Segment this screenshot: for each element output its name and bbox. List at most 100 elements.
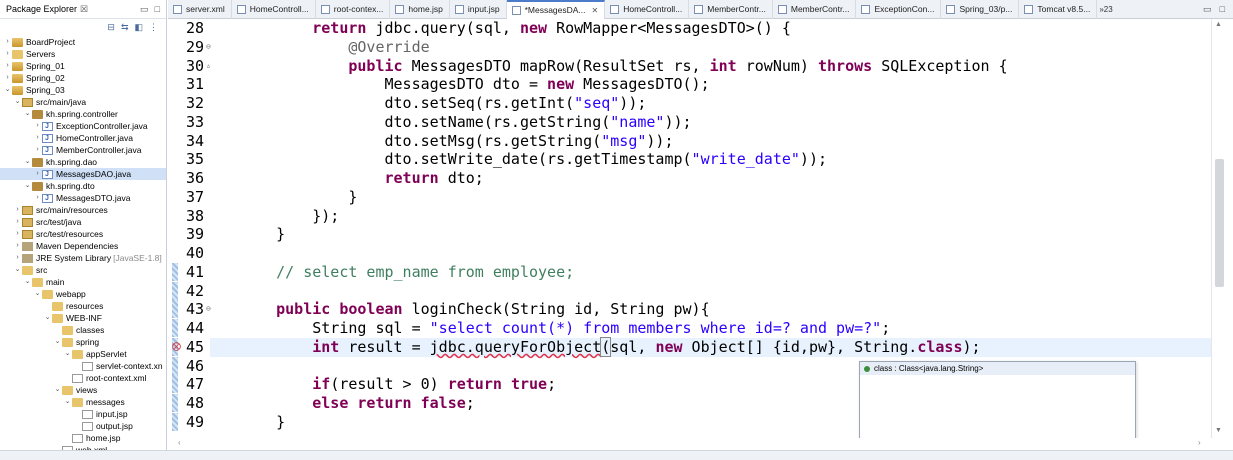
tree-item[interactable]: ⌄ messages (0, 396, 166, 408)
minimize-editor-icon[interactable]: ▭ (1203, 4, 1212, 15)
tree-item[interactable]: ⌄ views (0, 384, 166, 396)
collapsed-twisty-icon[interactable]: › (3, 60, 12, 72)
tree-item[interactable]: › src/main/resources (0, 204, 166, 216)
scroll-up-icon[interactable]: ▲ (1215, 21, 1222, 28)
code-line[interactable]: public boolean loginCheck(String id, Str… (210, 300, 1211, 319)
collapse-all-icon[interactable]: ⊟ (107, 22, 115, 33)
tree-item[interactable]: › HomeController.java (0, 132, 166, 145)
collapsed-twisty-icon[interactable]: › (13, 228, 22, 240)
code-line[interactable]: MessagesDTO dto = new MessagesDTO(); (210, 75, 1211, 94)
editor-tab[interactable]: MemberContr... (689, 0, 773, 19)
tab-overflow-button[interactable]: »23 (1099, 5, 1112, 14)
expanded-twisty-icon[interactable]: ⌄ (53, 384, 62, 396)
focus-icon[interactable]: ◧ (134, 22, 143, 33)
tree-item[interactable]: › MessagesDAO.java (0, 168, 166, 181)
vertical-scrollbar[interactable]: ▲ ▼ (1211, 19, 1233, 438)
scroll-down-icon[interactable]: ▼ (1215, 427, 1222, 434)
collapsed-twisty-icon[interactable]: › (33, 192, 42, 204)
editor-tab[interactable]: *MessagesDA... ✕ (506, 0, 606, 19)
expanded-twisty-icon[interactable]: ⌄ (13, 264, 22, 276)
code-line[interactable]: } (210, 225, 1211, 244)
editor-tab[interactable]: HomeControll... (605, 0, 690, 19)
explorer-title[interactable]: Package Explorer (6, 4, 77, 14)
expanded-twisty-icon[interactable]: ⌄ (23, 180, 32, 192)
tree-item[interactable]: servlet-context.xn (0, 360, 166, 372)
tree-item[interactable]: › MemberController.java (0, 144, 166, 157)
tree-item[interactable]: › Servers (0, 48, 166, 60)
tree-item[interactable]: › BoardProject (0, 36, 166, 48)
expanded-twisty-icon[interactable]: ⌄ (23, 156, 32, 168)
code-line[interactable]: return dto; (210, 169, 1211, 188)
code-line[interactable]: dto.setSeq(rs.getInt("seq")); (210, 94, 1211, 113)
collapsed-twisty-icon[interactable]: › (13, 216, 22, 228)
maximize-editor-icon[interactable]: □ (1220, 4, 1225, 15)
expanded-twisty-icon[interactable]: ⌄ (53, 336, 62, 348)
code-line[interactable] (210, 282, 1211, 301)
tree-item[interactable]: classes (0, 324, 166, 336)
maximize-icon[interactable]: □ (155, 4, 160, 15)
tree-item[interactable]: ⌄ appServlet (0, 348, 166, 360)
code-line[interactable]: String sql = "select count(*) from membe… (210, 319, 1211, 338)
code-line[interactable]: dto.setWrite_date(rs.getTimestamp("write… (210, 150, 1211, 169)
scroll-right-icon[interactable]: › (1198, 438, 1201, 447)
tree-item[interactable]: ⌄ src/main/java (0, 96, 166, 108)
scroll-left-icon[interactable]: ‹ (178, 438, 181, 447)
close-tab-icon[interactable]: ✕ (592, 6, 599, 15)
collapsed-twisty-icon[interactable]: › (33, 144, 42, 156)
tree-item[interactable]: › ExceptionController.java (0, 120, 166, 133)
editor-tab[interactable]: HomeControll... (232, 0, 316, 19)
tree-item[interactable]: ⌄ webapp (0, 288, 166, 300)
tree-item[interactable]: root-context.xml (0, 372, 166, 384)
expanded-twisty-icon[interactable]: ⌄ (43, 312, 52, 324)
tree-item[interactable]: › Spring_02 (0, 72, 166, 84)
tree-item[interactable]: › MessagesDTO.java (0, 192, 166, 205)
error-marker-icon[interactable]: ⨂ (172, 338, 181, 357)
tree-item[interactable]: home.jsp (0, 432, 166, 444)
minimize-icon[interactable]: ▭ (140, 4, 149, 15)
collapsed-twisty-icon[interactable]: › (13, 252, 22, 264)
tree-item[interactable]: ⌄ spring (0, 336, 166, 348)
tree-item[interactable]: ⌄ kh.spring.controller (0, 108, 166, 120)
editor-tab[interactable]: MemberContr... (773, 0, 857, 19)
code-line[interactable]: dto.setMsg(rs.getString("msg")); (210, 132, 1211, 151)
expanded-twisty-icon[interactable]: ⌄ (23, 276, 32, 288)
scroll-thumb[interactable] (1215, 159, 1224, 287)
editor-tab[interactable]: Spring_03/p... (941, 0, 1020, 19)
tree-item[interactable]: output.jsp (0, 420, 166, 432)
close-view-icon[interactable]: ☒ (80, 4, 88, 15)
collapsed-twisty-icon[interactable]: › (33, 120, 42, 132)
collapsed-twisty-icon[interactable]: › (13, 204, 22, 216)
editor-tab[interactable]: home.jsp (390, 0, 450, 19)
link-with-editor-icon[interactable]: ⇆ (121, 22, 129, 33)
collapsed-twisty-icon[interactable]: › (33, 168, 42, 180)
tree-item[interactable]: input.jsp (0, 408, 166, 420)
tree-item[interactable]: › src/test/java (0, 216, 166, 228)
tree-item[interactable]: › Maven Dependencies (0, 240, 166, 252)
expanded-twisty-icon[interactable]: ⌄ (13, 96, 22, 108)
code-line[interactable] (210, 244, 1211, 263)
tree-item[interactable]: ⌄ main (0, 276, 166, 288)
expanded-twisty-icon[interactable]: ⌄ (63, 348, 72, 360)
expanded-twisty-icon[interactable]: ⌄ (3, 84, 12, 96)
code-line[interactable]: } (210, 188, 1211, 207)
editor-tab[interactable]: ExceptionCon... (856, 0, 942, 19)
tree-item[interactable]: ⌄ Spring_03 (0, 84, 166, 96)
collapsed-twisty-icon[interactable]: › (3, 36, 12, 48)
code-line[interactable]: public MessagesDTO mapRow(ResultSet rs, … (210, 57, 1211, 76)
code-line[interactable]: return jdbc.query(sql, new RowMapper<Mes… (210, 19, 1211, 38)
code-line[interactable]: @Override (210, 38, 1211, 57)
tree-item[interactable]: ⌄ WEB-INF (0, 312, 166, 324)
collapsed-twisty-icon[interactable]: › (3, 72, 12, 84)
tree-item[interactable]: › JRE System Library [JavaSE-1.8] (0, 252, 166, 264)
expanded-twisty-icon[interactable]: ⌄ (33, 288, 42, 300)
horizontal-scrollbar[interactable]: ‹ › (168, 438, 1211, 450)
editor-tab[interactable]: Tomcat v8.5... (1019, 0, 1098, 19)
collapsed-twisty-icon[interactable]: › (13, 240, 22, 252)
editor-tab[interactable]: root-contex... (316, 0, 391, 19)
tree-item[interactable]: ⌄ src (0, 264, 166, 276)
editor-tab[interactable]: server.xml (168, 0, 232, 19)
collapsed-twisty-icon[interactable]: › (3, 48, 12, 60)
code-line[interactable]: }); (210, 207, 1211, 226)
code-line[interactable]: // select emp_name from employee; (210, 263, 1211, 282)
tree-item[interactable]: › Spring_01 (0, 60, 166, 72)
